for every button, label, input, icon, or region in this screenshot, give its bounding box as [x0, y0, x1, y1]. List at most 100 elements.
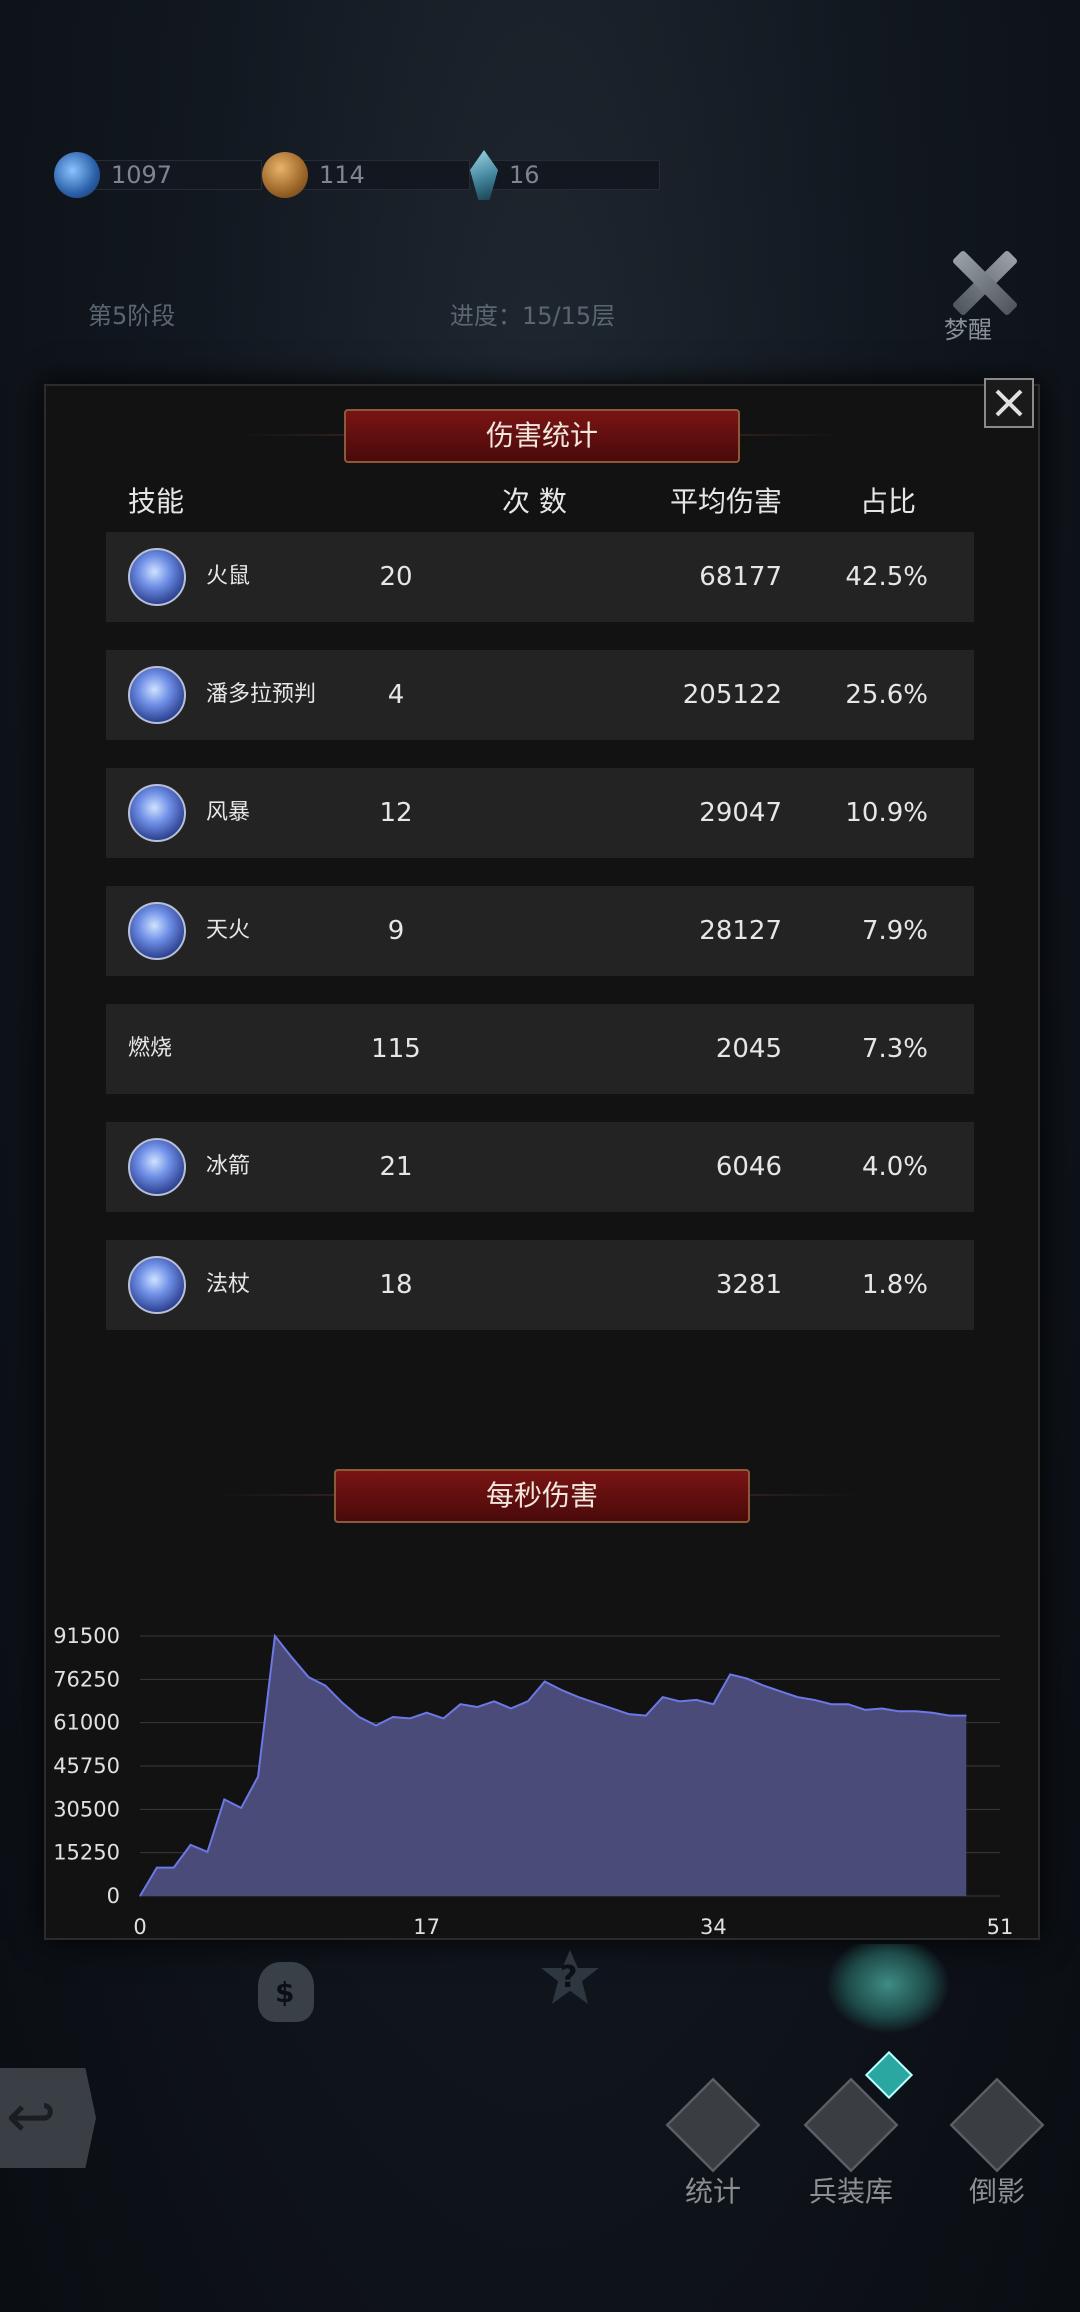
close-button[interactable] [984, 378, 1034, 428]
dps-point [577, 1696, 579, 1698]
skill-ratio: 25.6% [845, 680, 928, 710]
skill-name: 风暴 [206, 800, 251, 825]
dps-point [375, 1725, 377, 1727]
dps-chart-svg: 91500 76250 61000 45750 30500 15250 00 17 34 51 [53, 1624, 1013, 1939]
y-tick-label: 30500 [53, 1797, 120, 1821]
dps-point [679, 1700, 681, 1702]
dps-point [190, 1844, 192, 1846]
skill-ratio: 4.0% [861, 1152, 928, 1182]
header-ratio: 占比 [860, 485, 917, 518]
dps-point [274, 1635, 276, 1637]
sky-fire-skill-icon [128, 902, 186, 960]
tab-shadow-label: 倒影 [968, 2175, 1025, 2208]
dps-point [797, 1696, 799, 1698]
dps-point [965, 1715, 967, 1717]
dps-point [729, 1673, 731, 1675]
dps-point [611, 1707, 613, 1709]
dps-point [324, 1685, 326, 1687]
dps-point [341, 1702, 343, 1704]
dps-point [763, 1685, 765, 1687]
coin-value: 114 [288, 160, 470, 190]
skill-avg-damage: 68177 [699, 562, 782, 592]
skill-count: 18 [379, 1270, 413, 1300]
crossed-swords-icon [949, 248, 1019, 318]
x-tick-label: 0 [133, 1915, 146, 1939]
skill-avg-damage: 28127 [699, 916, 782, 946]
skill-row: 潘多拉预判 4 205122 25.6% [106, 650, 974, 740]
dps-point [594, 1702, 596, 1704]
skill-count: 4 [387, 680, 405, 710]
storm-skill-icon [128, 784, 186, 842]
skill-ratio: 42.5% [845, 562, 928, 592]
wake-label: 梦醒 [944, 316, 992, 344]
coin-resource: 114 [262, 150, 470, 200]
skill-count: 20 [379, 562, 413, 592]
dps-point [948, 1715, 950, 1717]
dps-point [206, 1851, 208, 1853]
dps-point [695, 1699, 697, 1701]
dps-point [392, 1716, 394, 1718]
dps-point [409, 1717, 411, 1719]
staff-skill-icon [128, 1256, 186, 1314]
tab-armory[interactable]: 兵装库 [796, 2077, 906, 2208]
skill-ratio: 7.9% [861, 916, 928, 946]
soul-orb-icon [54, 152, 100, 198]
crystal-resource: 16 [470, 150, 660, 200]
skill-avg-damage: 6046 [715, 1152, 782, 1182]
y-tick-label: 76250 [53, 1667, 120, 1691]
dps-point [544, 1680, 546, 1682]
dps-point [746, 1678, 748, 1680]
skill-name: 火鼠 [206, 564, 251, 589]
shadow-tab-icon [949, 2077, 1045, 2173]
skill-row: 燃烧 115 2045 7.3% [106, 1004, 974, 1094]
skill-ratio: 10.9% [845, 798, 928, 828]
skill-row: 冰箭 21 6046 4.0% [106, 1122, 974, 1212]
dps-point [932, 1712, 934, 1714]
dps-point [493, 1700, 495, 1702]
dps-point [645, 1715, 647, 1717]
dps-point [662, 1696, 664, 1698]
skill-name: 冰箭 [206, 1154, 251, 1179]
skill-row: 风暴 12 29047 10.9% [106, 768, 974, 858]
ice-arrow-skill-icon [128, 1138, 186, 1196]
skill-ratio: 7.3% [861, 1034, 928, 1064]
pandora-foresight-skill-icon [128, 666, 186, 724]
wake-button[interactable]: 梦醒 [944, 248, 1022, 344]
dps-point [358, 1716, 360, 1718]
dps-point [291, 1656, 293, 1658]
skill-name: 天火 [206, 918, 251, 943]
x-tick-label: 34 [700, 1915, 727, 1939]
stage-progress: 进度：15/15层 [450, 302, 616, 330]
dps-point [881, 1707, 883, 1709]
dps-point [156, 1867, 158, 1869]
back-button[interactable] [0, 2068, 96, 2168]
dps-point [628, 1713, 630, 1715]
dps-point [830, 1703, 832, 1705]
dps-chart: 91500 76250 61000 45750 30500 15250 0 0 17 34 51 [0, 1600, 1080, 1960]
stage-phase: 第5阶段 [88, 302, 176, 330]
tab-shadow[interactable]: 倒影 [942, 2077, 1052, 2208]
stats-tab-icon [665, 2077, 761, 2173]
skill-row: 法杖 18 3281 1.8% [106, 1240, 974, 1330]
tab-armory-label: 兵装库 [808, 2175, 893, 2208]
dps-point [476, 1706, 478, 1708]
tab-stats[interactable]: 统计 [658, 2077, 768, 2208]
skill-avg-damage: 205122 [682, 680, 782, 710]
skill-count: 9 [387, 916, 405, 946]
skill-count: 21 [379, 1152, 413, 1182]
damage-stats-title: 伤害统计 [344, 409, 740, 463]
skill-avg-damage: 29047 [699, 798, 782, 828]
dps-point [223, 1798, 225, 1800]
skill-name: 法杖 [206, 1272, 251, 1297]
crystal-icon [470, 150, 498, 200]
skill-name: 燃烧 [128, 1036, 173, 1061]
soul-resource: 1097 [54, 150, 262, 200]
armory-tab-icon [803, 2077, 899, 2173]
dps-point [308, 1676, 310, 1678]
skill-count: 115 [371, 1034, 421, 1064]
mystery-event-icon[interactable] [540, 1950, 600, 2010]
dps-point [561, 1689, 563, 1691]
money-bag-icon[interactable] [258, 1962, 314, 2022]
boss-emblem-icon[interactable] [826, 1944, 950, 2034]
soul-value: 1097 [80, 160, 262, 190]
